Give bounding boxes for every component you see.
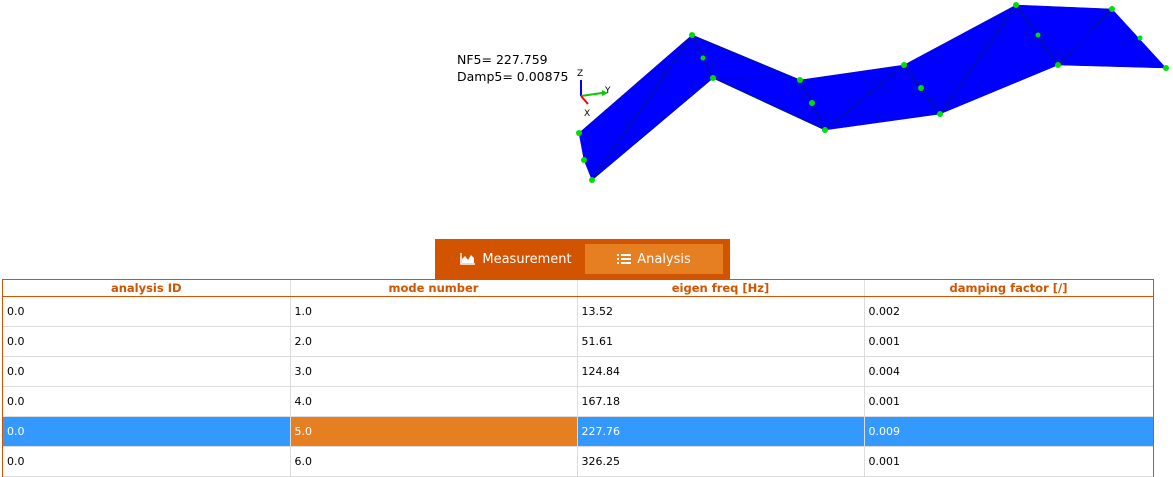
table-header-row: analysis ID mode number eigen freq [Hz] … [3, 280, 1153, 297]
area-chart-icon [460, 253, 476, 265]
analysis-table[interactable]: analysis ID mode number eigen freq [Hz] … [2, 279, 1154, 477]
table-row-selected[interactable]: 0.0 5.0 227.76 0.009 [3, 416, 1153, 447]
column-header-mode-number[interactable]: mode number [290, 280, 578, 297]
mesh-surface [578, 4, 1167, 181]
cell-eigen-freq[interactable]: 167.18 [577, 386, 865, 417]
table-row[interactable]: 0.0 4.0 167.18 0.001 [3, 386, 1153, 417]
mode-shape-mesh: Z Y X [576, 2, 1169, 183]
cell-analysis-id[interactable]: 0.0 [3, 416, 291, 447]
tab-analysis[interactable]: Analysis [585, 244, 723, 274]
table-scroll-gutter [1154, 279, 1173, 477]
table-row[interactable]: 0.0 1.0 13.52 0.002 [3, 296, 1153, 327]
cell-analysis-id[interactable]: 0.0 [3, 296, 291, 327]
column-header-damping-factor[interactable]: damping factor [/] [864, 280, 1153, 297]
tab-measurement-label: Measurement [482, 251, 572, 267]
cell-mode-number[interactable]: 2.0 [290, 326, 578, 357]
cell-eigen-freq[interactable]: 51.61 [577, 326, 865, 357]
table-row[interactable]: 0.0 3.0 124.84 0.004 [3, 356, 1153, 387]
cell-damping-factor[interactable]: 0.001 [864, 446, 1153, 477]
cell-eigen-freq[interactable]: 227.76 [577, 416, 865, 447]
cell-damping-factor[interactable]: 0.009 [864, 416, 1153, 447]
cell-analysis-id[interactable]: 0.0 [3, 446, 291, 477]
tab-measurement[interactable]: Measurement [447, 244, 585, 274]
table-row[interactable]: 0.0 6.0 326.25 0.001 [3, 446, 1153, 477]
column-header-analysis-id[interactable]: analysis ID [3, 280, 291, 297]
cell-damping-factor[interactable]: 0.004 [864, 356, 1153, 387]
cell-mode-number[interactable]: 3.0 [290, 356, 578, 387]
cell-eigen-freq[interactable]: 326.25 [577, 446, 865, 477]
cell-damping-factor[interactable]: 0.001 [864, 326, 1153, 357]
cell-analysis-id[interactable]: 0.0 [3, 356, 291, 387]
3d-viewport[interactable]: NF5= 227.759 Damp5= 0.00875 Z Y X [0, 0, 1173, 238]
cell-damping-factor[interactable]: 0.001 [864, 386, 1153, 417]
view-tabbar: Measurement Analysis [435, 239, 730, 279]
cell-mode-number-current[interactable]: 5.0 [290, 416, 578, 447]
table-row[interactable]: 0.0 2.0 51.61 0.001 [3, 326, 1153, 357]
cell-damping-factor[interactable]: 0.002 [864, 296, 1153, 327]
cell-analysis-id[interactable]: 0.0 [3, 326, 291, 357]
axis-y-label: Y [604, 86, 611, 96]
cell-mode-number[interactable]: 6.0 [290, 446, 578, 477]
axis-z-label: Z [577, 69, 583, 79]
cell-eigen-freq[interactable]: 13.52 [577, 296, 865, 327]
cell-mode-number[interactable]: 4.0 [290, 386, 578, 417]
column-header-eigen-freq[interactable]: eigen freq [Hz] [577, 280, 865, 297]
axis-x-label: X [584, 109, 590, 119]
cell-analysis-id[interactable]: 0.0 [3, 386, 291, 417]
cell-eigen-freq[interactable]: 124.84 [577, 356, 865, 387]
tab-analysis-label: Analysis [637, 251, 691, 267]
cell-mode-number[interactable]: 1.0 [290, 296, 578, 327]
list-icon [617, 253, 632, 265]
